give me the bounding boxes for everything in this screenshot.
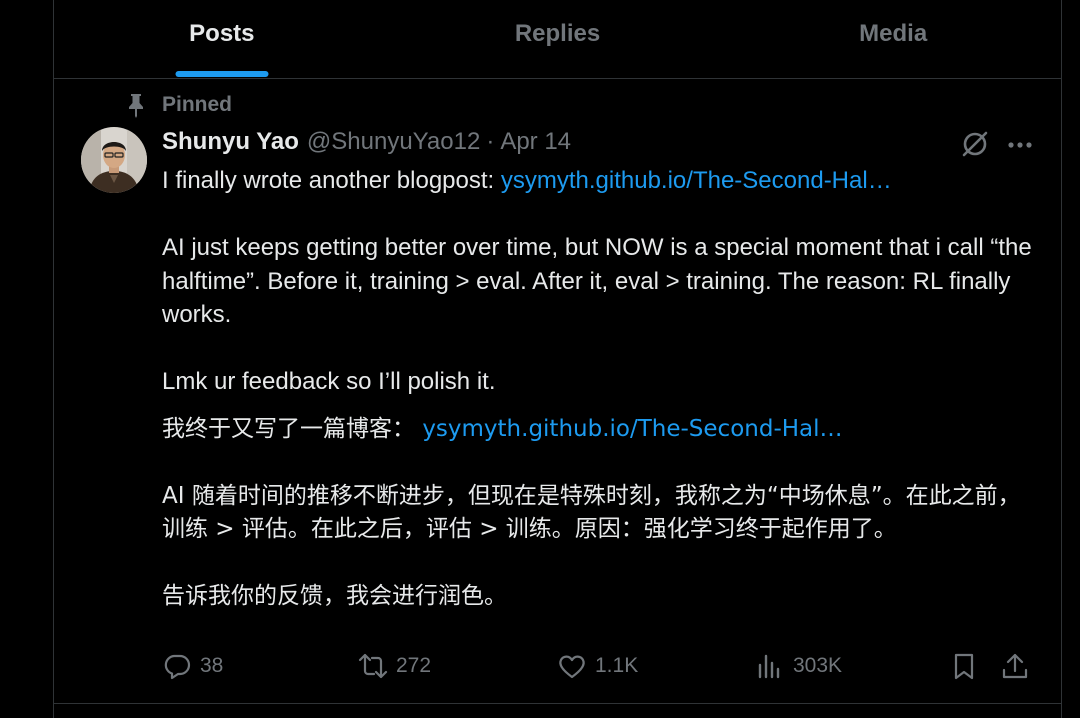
repost-button[interactable]: 272 <box>358 646 431 686</box>
repost-count: 272 <box>396 654 432 677</box>
reply-button[interactable]: 38 <box>162 646 223 686</box>
like-button[interactable]: 1.1K <box>557 646 638 686</box>
reply-icon <box>164 654 191 680</box>
header-separator: · <box>486 128 495 155</box>
blog-link-zh[interactable]: ysymyth.github.io/The-Second-Hal… <box>422 416 842 442</box>
tab-replies-label: Replies <box>514 20 601 47</box>
repost-icon <box>358 653 388 679</box>
author-name[interactable]: Shunyu Yao <box>162 128 299 156</box>
tab-posts[interactable]: Posts <box>54 0 390 79</box>
post-paragraph: Lmk ur feedback so I’ll polish it. <box>162 368 496 395</box>
blog-link[interactable]: ysymyth.github.io/The-Second-Hal… <box>501 167 892 194</box>
post-header: Shunyu Yao @ShunyuYao12 · Apr 14 <box>162 128 571 156</box>
bookmark-button[interactable] <box>949 646 987 686</box>
post-date[interactable]: Apr 14 <box>500 128 571 156</box>
tab-replies[interactable]: Replies <box>390 0 726 79</box>
grok-icon[interactable] <box>959 128 991 160</box>
post-actions: 38 272 1.1K 303K <box>162 646 1038 686</box>
post-text: I finally wrote another blogpost: <box>162 167 501 194</box>
tab-posts-label: Posts <box>189 20 255 47</box>
active-tab-indicator <box>175 71 269 77</box>
views-icon <box>758 654 780 679</box>
more-icon[interactable] <box>1005 130 1035 160</box>
reply-count: 38 <box>200 654 224 677</box>
post-paragraph-zh: 我终于又写了一篇博客： ysymyth.github.io/The-Second… <box>162 413 1032 447</box>
avatar-image <box>81 127 147 193</box>
post-paragraph-zh: 告诉我你的反馈，我会进行润色。 <box>162 583 507 609</box>
views-count: 303K <box>793 654 843 677</box>
like-icon <box>559 655 585 679</box>
post-body: I finally wrote another blogpost: ysymyt… <box>162 164 1032 647</box>
pin-icon <box>129 94 143 118</box>
avatar[interactable] <box>81 127 147 193</box>
tab-media[interactable]: Media <box>725 0 1061 79</box>
profile-timeline: Posts Replies Media Pinned Shunyu Yao @S… <box>53 0 1062 718</box>
profile-tabs: Posts Replies Media <box>54 0 1061 79</box>
like-count: 1.1K <box>595 654 639 677</box>
views-button[interactable]: 303K <box>755 646 842 686</box>
post-paragraph: AI just keeps getting better over time, … <box>162 234 1032 328</box>
post-text-zh: 我终于又写了一篇博客： <box>162 415 423 442</box>
share-button[interactable] <box>1000 646 1038 686</box>
pinned-indicator: Pinned <box>124 92 232 118</box>
bookmark-icon <box>954 653 974 680</box>
post-paragraph-zh: AI 随着时间的推移不断进步，但现在是特殊时刻，我称之为“中场休息”。在此之前，… <box>162 482 1021 543</box>
share-icon <box>1002 653 1028 679</box>
pinned-label: Pinned <box>162 93 233 116</box>
post-paragraph: I finally wrote another blogpost: ysymyt… <box>162 164 1032 198</box>
author-handle[interactable]: @ShunyuYao12 <box>307 128 480 156</box>
post-divider <box>54 703 1061 704</box>
tab-media-label: Media <box>859 20 928 47</box>
